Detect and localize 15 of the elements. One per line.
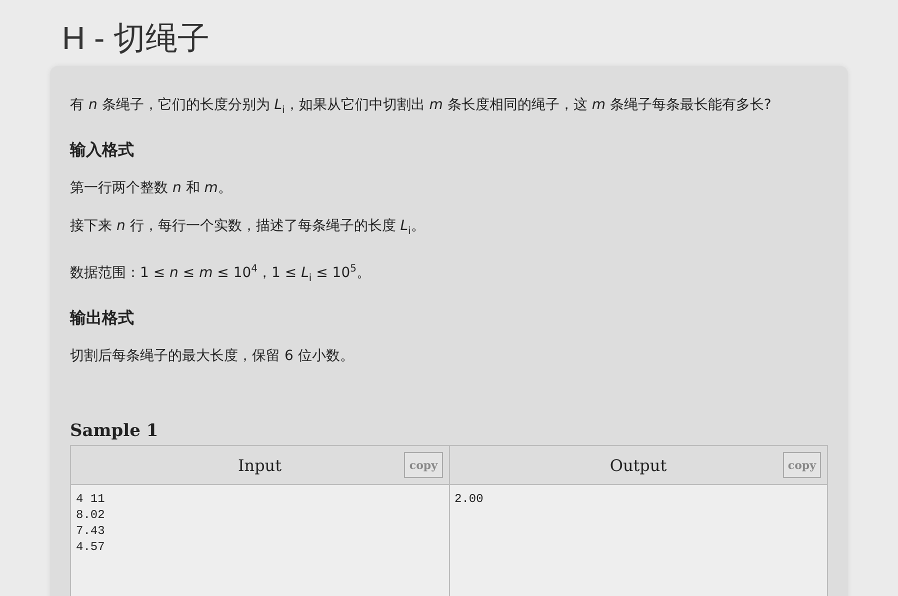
- input-format-paragraph: 接下来 n 行，每行一个实数，描述了每条绳子的长度 L$_{i}$。: [70, 216, 426, 239]
- output-format-paragraph: 切割后每条绳子的最大长度，保留 6 位小数。: [70, 347, 355, 366]
- column-title: Input: [238, 456, 282, 475]
- sample-data: 2.00: [450, 485, 827, 596]
- sample-title: Sample 1: [70, 421, 160, 442]
- input-format-paragraph: 第一行两个整数 n 和 m。: [70, 178, 233, 198]
- section-heading: 输入格式: [70, 140, 135, 161]
- column-title: Output: [610, 456, 667, 475]
- copy-button[interactable]: copy: [782, 452, 821, 478]
- section-heading: 输出格式: [70, 308, 135, 330]
- copy-button[interactable]: copy: [404, 452, 442, 478]
- statement-paragraph: 有 n 条绳子，它们的长度分别为 L$_{i}$，如果从它们中切割出 m 条长度相同的绳子，这 m 条绳子每条最长能有多长?: [70, 96, 772, 118]
- sample-data: 4 11 8.02 7.43 4.57: [71, 485, 448, 596]
- problem-title: H - 切绳子: [62, 19, 211, 58]
- input-format-paragraph: 数据范围：1 ≤ n ≤ m ≤ 10$^{4}$，1 ≤ L$_{i}$ ≤ 10$^{5}$。: [70, 262, 372, 286]
